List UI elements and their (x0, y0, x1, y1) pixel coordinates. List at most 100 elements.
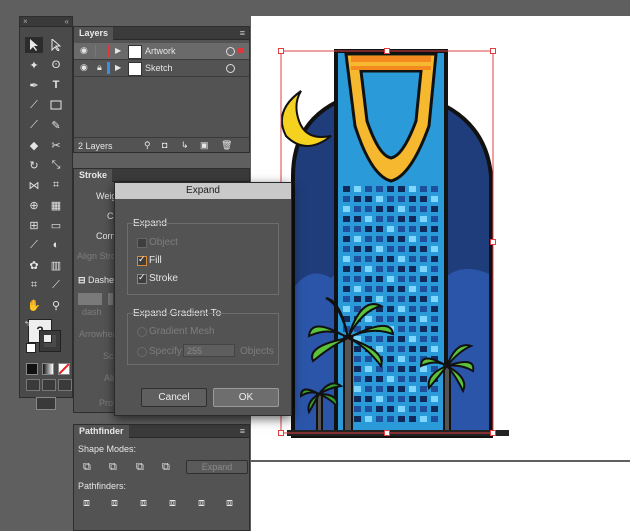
tab-pathfinder[interactable]: Pathfinder (74, 425, 129, 438)
outline-icon[interactable]: ⧈ (198, 497, 205, 510)
draw-normal-icon[interactable] (26, 379, 40, 391)
direct-selection-tool-icon[interactable] (47, 37, 65, 53)
gradient-group (127, 313, 279, 365)
fill-checkbox[interactable]: ✓ (137, 254, 147, 266)
specify-input[interactable]: 255 (183, 344, 235, 357)
new-layer-icon[interactable]: ▣ (200, 140, 209, 151)
blend-tool-icon[interactable]: ◐ (47, 237, 65, 253)
layer-thumbnail (128, 62, 142, 76)
slice-tool-icon[interactable]: ⟋ (47, 277, 65, 293)
gradient-mesh-radio[interactable] (137, 327, 147, 337)
screen-mode-icon[interactable] (36, 397, 56, 410)
eye-icon[interactable]: ◉ (80, 45, 88, 56)
cancel-button[interactable]: Cancel (141, 388, 207, 407)
new-sublayer-icon[interactable]: ↳ (181, 140, 189, 151)
eye-icon[interactable]: ◉ (80, 62, 88, 73)
scale-tool-icon[interactable]: ⤡ (47, 157, 65, 173)
line-tool-icon[interactable]: ⟋ (25, 97, 43, 113)
expand-button[interactable]: Expand (186, 460, 248, 474)
tab-stroke[interactable]: Stroke (74, 169, 113, 182)
stroke-swatch[interactable] (39, 330, 61, 352)
disclosure-triangle-icon[interactable]: ▶ (115, 63, 121, 72)
intersect-icon[interactable]: ⧉ (136, 461, 144, 474)
window (365, 386, 372, 392)
tools-panel-bar[interactable]: × « (20, 17, 72, 27)
lock-icon[interactable]: 🔒︎ (97, 62, 102, 73)
resize-handle[interactable] (490, 430, 496, 436)
symbol-sprayer-icon[interactable]: ✿ (25, 257, 43, 273)
artboard-lower[interactable] (251, 462, 630, 531)
dashed-line-checkbox[interactable]: ⊟ (78, 275, 86, 286)
minus-front-icon[interactable]: ⧉ (109, 461, 117, 474)
zoom-tool-icon[interactable]: ⚲ (47, 297, 65, 313)
lasso-icon[interactable]: ʘ (47, 57, 65, 73)
type-tool-icon[interactable]: T (47, 77, 65, 93)
layer-name[interactable]: Sketch (145, 63, 173, 73)
graph-tool-icon[interactable]: ▥ (47, 257, 65, 273)
resize-handle[interactable] (278, 48, 284, 54)
perspective-grid-icon[interactable]: ▦ (47, 197, 65, 213)
artboard-tool-icon[interactable]: ⌗ (25, 277, 43, 293)
resize-handle[interactable] (278, 430, 284, 436)
pen-tool-icon[interactable]: ✒ (25, 77, 43, 93)
merge-icon[interactable]: ⧈ (140, 497, 147, 510)
none-mode-icon[interactable] (58, 363, 70, 375)
panel-menu-icon[interactable]: ≡ (240, 426, 245, 436)
collapse-icon[interactable]: « (65, 17, 69, 26)
stroke-checkbox[interactable]: ✓ (137, 272, 147, 284)
ok-button[interactable]: OK (213, 388, 279, 407)
paintbrush-icon[interactable]: ⟋ (25, 117, 43, 133)
color-mode-icon[interactable] (26, 363, 38, 375)
target-icon[interactable] (226, 64, 235, 73)
gap-field[interactable] (108, 293, 113, 305)
resize-handle[interactable] (490, 48, 496, 54)
resize-handle[interactable] (384, 48, 390, 54)
draw-inside-icon[interactable] (58, 379, 72, 391)
magic-wand-icon[interactable]: ✦ (25, 57, 43, 73)
free-transform-icon[interactable]: ⌗ (47, 177, 65, 193)
hand-tool-icon[interactable]: ✋ (25, 297, 43, 313)
unite-icon[interactable]: ⧉ (83, 461, 91, 474)
gradient-tool-icon[interactable]: ▭ (47, 217, 65, 233)
dash-field[interactable] (78, 293, 102, 305)
divide-icon[interactable]: ⧈ (83, 497, 90, 510)
locate-object-icon[interactable]: ⚲ (144, 140, 151, 151)
target-icon[interactable] (226, 47, 235, 56)
scissors-icon[interactable]: ✂ (47, 137, 65, 153)
trim-icon[interactable]: ⧈ (111, 497, 118, 510)
clipping-mask-icon[interactable]: ◘ (162, 140, 167, 150)
shape-builder-icon[interactable]: ⊕ (25, 197, 43, 213)
draw-behind-icon[interactable] (42, 379, 56, 391)
eraser-icon[interactable]: ◆ (25, 137, 43, 153)
crop-icon[interactable]: ⧈ (169, 497, 176, 510)
pencil-icon[interactable]: ✎ (47, 117, 65, 133)
resize-handle[interactable] (384, 430, 390, 436)
selection-tool-icon[interactable] (25, 37, 43, 53)
rotate-tool-icon[interactable]: ↻ (25, 157, 43, 173)
layer-row-sketch[interactable]: ◉ 🔒︎ ▶ Sketch (74, 60, 249, 77)
default-colors-icon[interactable] (26, 343, 36, 353)
close-icon[interactable]: × (23, 17, 28, 26)
width-tool-icon[interactable]: ⋈ (25, 177, 43, 193)
selection-indicator[interactable] (238, 48, 243, 53)
tab-layers[interactable]: Layers (74, 27, 114, 40)
mesh-tool-icon[interactable]: ⊞ (25, 217, 43, 233)
minus-back-icon[interactable]: ⧈ (226, 497, 233, 510)
layer-name[interactable]: Artwork (145, 46, 176, 56)
gradient-mode-icon[interactable] (42, 363, 54, 375)
panel-menu-icon[interactable]: ≡ (240, 28, 245, 38)
window (431, 196, 438, 202)
specify-radio[interactable] (137, 347, 147, 357)
layer-row-artwork[interactable]: ◉ ▶ Artwork (74, 43, 249, 60)
window (376, 256, 383, 262)
swap-icon[interactable]: ↰ (24, 320, 30, 328)
exclude-icon[interactable]: ⧉ (162, 461, 170, 474)
trash-icon[interactable]: 🗑︎ (221, 140, 232, 151)
resize-handle[interactable] (490, 239, 496, 245)
rectangle-tool-icon[interactable] (47, 97, 65, 113)
object-checkbox[interactable] (137, 238, 147, 248)
illustration-canvas[interactable] (251, 16, 630, 460)
layers-footer: 2 Layers ⚲ ◘ ↳ ▣ 🗑︎ (74, 137, 249, 154)
eyedropper-icon[interactable]: ⟋ (25, 237, 43, 253)
disclosure-triangle-icon[interactable]: ▶ (115, 46, 121, 55)
